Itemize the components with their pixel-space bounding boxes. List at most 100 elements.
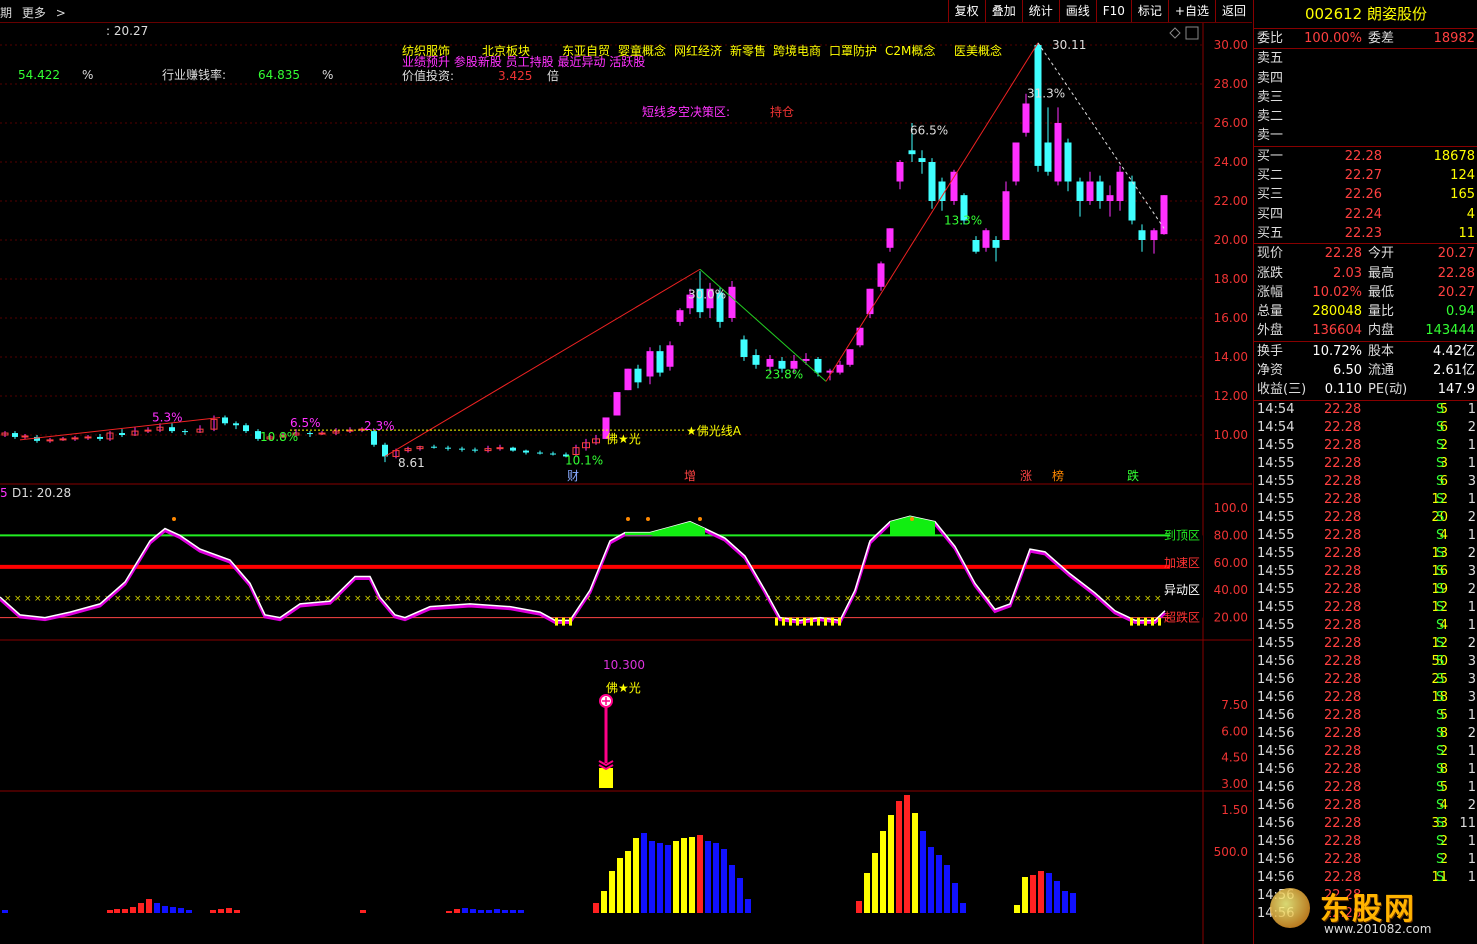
tick-time: 14:56: [1257, 797, 1295, 813]
quote-stats-2: 换手 10.72% 股本 4.42亿 净资 6.50 流通 2.61亿 收益(三) 0.110 PE…: [1254, 342, 1477, 400]
tick-count: 3: [1467, 563, 1476, 579]
candle: [472, 447, 478, 453]
sell-level-3: 卖三: [1254, 88, 1477, 107]
cross-marker: ×: [344, 594, 352, 604]
tick-count: 1: [1467, 491, 1476, 507]
candle: [144, 427, 152, 434]
concept-tag: 医美概念: [954, 43, 1002, 58]
cross-marker: ×: [1154, 594, 1162, 604]
candle: [752, 349, 760, 369]
period-label[interactable]: 期: [0, 6, 12, 20]
buy-volume: 18678: [1433, 148, 1475, 164]
stat2-row-0: 换手 10.72% 股本 4.42亿: [1254, 342, 1477, 361]
toolbar-button-0[interactable]: 复权: [947, 0, 985, 22]
cross-marker: ×: [474, 594, 482, 604]
candle: [992, 236, 1000, 262]
event-marker: 跌: [1127, 468, 1139, 483]
stat-row-0-value2: 20.27: [1437, 246, 1475, 262]
volume-bar: [745, 899, 751, 913]
candle-body: [992, 240, 1000, 248]
tick-side: S: [1436, 653, 1445, 669]
oversold-bar: [1130, 617, 1133, 626]
quote-panel: 002612 朗姿股份 委比 100.00% 委差 18982 卖五 卖四 卖三 卖二…: [1253, 0, 1477, 944]
tick-count: 1: [1467, 833, 1476, 849]
tick-list[interactable]: 14:54 22.28 5 S 1 14:54 22.28 6 S 2 14:55 22.28 2 S 1 1…: [1254, 401, 1477, 923]
cross-marker: ×: [574, 594, 582, 604]
tick-side: S: [1436, 581, 1445, 597]
candle: [1064, 138, 1072, 192]
tick-side: S: [1436, 833, 1445, 849]
cross-marker: ×: [744, 594, 752, 604]
cross-marker: ×: [884, 594, 892, 604]
cross-marker: ×: [144, 594, 152, 604]
tick-row: 14:56 22.28 8 S 2: [1254, 725, 1477, 743]
tick-time: 14:56: [1257, 743, 1295, 759]
volume-bar: [1046, 873, 1052, 913]
volume-bar: [1062, 891, 1068, 913]
candle: [1076, 177, 1084, 217]
tick-price: 22.28: [1324, 545, 1362, 561]
tick-side: S: [1436, 671, 1445, 687]
candle-body: [646, 351, 654, 377]
chart-area[interactable]: 30.00 28.00 26.00 24.00 22.00 20.00 18.00 16.00…: [0, 23, 1252, 944]
volume-bar: [729, 865, 735, 913]
more-menu[interactable]: 更多 >: [22, 6, 72, 20]
oversold-bar: [562, 617, 565, 626]
stat-row-4-label2: 内盘: [1368, 323, 1395, 339]
stat-row-3-value2: 0.94: [1446, 304, 1475, 320]
candle-body: [666, 345, 674, 367]
buy-level-1: 买一 22.28 18678: [1254, 147, 1477, 166]
price-annotation: 8.61: [398, 456, 425, 470]
candle: [624, 368, 632, 391]
tick-price: 22.28: [1324, 617, 1362, 633]
weibi-label: 委比: [1257, 31, 1284, 46]
tick-price: 22.28: [1324, 599, 1362, 615]
candle: [1138, 224, 1146, 252]
candle-body: [938, 181, 946, 201]
candle: [307, 431, 313, 437]
tick-side: S: [1436, 401, 1445, 417]
event-marker: 榜: [1052, 468, 1064, 483]
candle: [510, 446, 516, 452]
tick-row: 14:55 22.28 3 S 1: [1254, 455, 1477, 473]
watermark-logo: 东股网 www.201082.com: [1264, 882, 1474, 942]
signal-label: 佛★光: [606, 681, 641, 695]
candle: [866, 288, 874, 318]
tick-time: 14:55: [1257, 635, 1295, 651]
cross-marker: ×: [824, 594, 832, 604]
volume-bar: [470, 909, 476, 913]
volume-bar: [960, 903, 966, 913]
tick-price: 22.28: [1324, 437, 1362, 453]
cross-marker: ×: [1024, 594, 1032, 604]
tick-count: 1: [1467, 599, 1476, 615]
stat-row-0: 现价 22.28 今开 20.27: [1254, 244, 1477, 263]
chevron-right-icon: >: [55, 6, 66, 20]
toolbar-button-5[interactable]: 标记: [1130, 0, 1168, 22]
tick-time: 14:56: [1257, 761, 1295, 777]
stat-row-4: 外盘 136604 内盘 143444: [1254, 321, 1477, 340]
toolbar-button-2[interactable]: 统计: [1021, 0, 1059, 22]
cross-marker: ×: [534, 594, 542, 604]
toolbar-button-6[interactable]: +自选: [1167, 0, 1215, 22]
tick-side: S: [1436, 509, 1445, 525]
toolbar-button-1[interactable]: 叠加: [984, 0, 1022, 22]
tick-count: 3: [1467, 689, 1476, 705]
candle-body: [836, 364, 844, 373]
tick-side: S: [1436, 563, 1445, 579]
candle: [982, 228, 990, 252]
toolbar-button-3[interactable]: 画线: [1058, 0, 1096, 22]
trend-line-early: [19, 416, 221, 441]
tick-count: 1: [1467, 707, 1476, 723]
toolbar-button-7[interactable]: 返回: [1214, 0, 1252, 22]
buy-level-2: 买二 22.27 124: [1254, 166, 1477, 185]
buy-level-label: 买二: [1257, 168, 1284, 184]
volume-bar: [657, 843, 663, 913]
toolbar-button-4[interactable]: F10: [1095, 0, 1131, 22]
candle: [496, 444, 504, 451]
cross-marker: ×: [1064, 594, 1072, 604]
candle: [523, 449, 529, 455]
candle: [182, 429, 188, 435]
tick-count: 2: [1467, 419, 1476, 435]
cross-marker: ×: [294, 594, 302, 604]
oversold-bar: [555, 617, 558, 626]
